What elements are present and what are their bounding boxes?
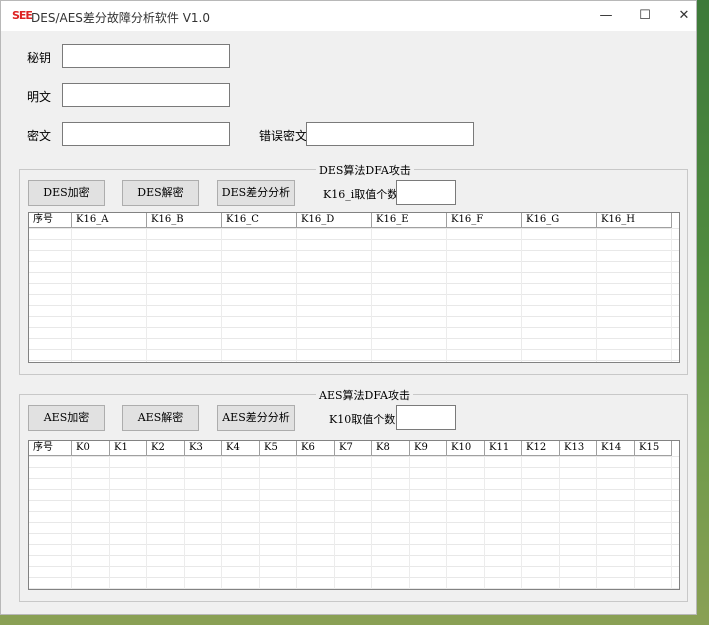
key-input[interactable] bbox=[62, 44, 230, 68]
plaintext-label: 明文 bbox=[27, 90, 52, 104]
aes-col-header[interactable]: 序号 bbox=[29, 441, 72, 455]
aes-results-table[interactable]: 序号 K0 K1 K2 K3 K4 K5 K6 K7 K8 K9 K10 K11… bbox=[28, 440, 680, 590]
aes-col-header[interactable]: K13 bbox=[560, 441, 597, 455]
aes-group: AES算法DFA攻击 AES加密 AES解密 AES差分分析 K10取值个数 序… bbox=[19, 387, 688, 602]
aes-col-header[interactable]: K2 bbox=[147, 441, 185, 455]
aes-encrypt-button[interactable]: AES加密 bbox=[28, 405, 105, 431]
aes-table-header: 序号 K0 K1 K2 K3 K4 K5 K6 K7 K8 K9 K10 K11… bbox=[29, 441, 672, 456]
des-col-header[interactable]: K16_B bbox=[147, 213, 222, 227]
close-button[interactable]: ✕ bbox=[664, 1, 704, 31]
des-count-input[interactable] bbox=[396, 180, 456, 205]
aes-group-title: AES算法DFA攻击 bbox=[316, 387, 413, 403]
aes-col-header[interactable]: K10 bbox=[447, 441, 485, 455]
aes-col-header[interactable]: K9 bbox=[410, 441, 447, 455]
des-col-header[interactable]: K16_C bbox=[222, 213, 297, 227]
aes-col-header[interactable]: K4 bbox=[222, 441, 260, 455]
key-label: 秘钥 bbox=[27, 51, 52, 65]
ciphertext-label: 密文 bbox=[27, 129, 52, 143]
des-results-table[interactable]: 序号 K16_A K16_B K16_C K16_D K16_E K16_F K… bbox=[28, 212, 680, 363]
des-col-header[interactable]: K16_E bbox=[372, 213, 447, 227]
maximize-button[interactable]: ☐ bbox=[625, 1, 665, 31]
faulty-ciphertext-label: 错误密文 bbox=[259, 129, 308, 143]
ciphertext-input[interactable] bbox=[62, 122, 230, 146]
aes-col-header[interactable]: K14 bbox=[597, 441, 635, 455]
aes-analyze-button[interactable]: AES差分分析 bbox=[217, 405, 295, 431]
faulty-ciphertext-input[interactable] bbox=[306, 122, 474, 146]
app-logo-icon: SEE bbox=[12, 9, 33, 22]
aes-col-header[interactable]: K1 bbox=[110, 441, 147, 455]
des-decrypt-button[interactable]: DES解密 bbox=[122, 180, 199, 206]
aes-col-header[interactable]: K6 bbox=[297, 441, 335, 455]
main-window: SEE DES/AES差分故障分析软件 V1.0 — ☐ ✕ 秘钥 明文 密文 … bbox=[0, 0, 697, 615]
aes-col-header[interactable]: K11 bbox=[485, 441, 522, 455]
aes-col-header[interactable]: K8 bbox=[372, 441, 410, 455]
aes-col-header[interactable]: K0 bbox=[72, 441, 110, 455]
des-col-header[interactable]: K16_F bbox=[447, 213, 522, 227]
aes-col-header[interactable]: K3 bbox=[185, 441, 222, 455]
aes-col-header[interactable]: K12 bbox=[522, 441, 560, 455]
title-bar[interactable]: SEE DES/AES差分故障分析软件 V1.0 — ☐ ✕ bbox=[1, 1, 696, 31]
des-table-header: 序号 K16_A K16_B K16_C K16_D K16_E K16_F K… bbox=[29, 213, 672, 228]
des-col-header[interactable]: K16_A bbox=[72, 213, 147, 227]
plaintext-input[interactable] bbox=[62, 83, 230, 107]
aes-col-header[interactable]: K7 bbox=[335, 441, 372, 455]
aes-count-label: K10取值个数 bbox=[329, 413, 396, 426]
aes-col-header[interactable]: K5 bbox=[260, 441, 297, 455]
aes-col-header[interactable]: K15 bbox=[635, 441, 672, 455]
des-col-header[interactable]: K16_G bbox=[522, 213, 597, 227]
aes-decrypt-button[interactable]: AES解密 bbox=[122, 405, 199, 431]
window-title: DES/AES差分故障分析软件 V1.0 bbox=[31, 11, 210, 25]
aes-table-column-lines bbox=[29, 456, 672, 589]
des-col-header[interactable]: 序号 bbox=[29, 213, 72, 227]
des-analyze-button[interactable]: DES差分分析 bbox=[217, 180, 295, 206]
minimize-button[interactable]: — bbox=[586, 1, 626, 31]
des-group: DES算法DFA攻击 DES加密 DES解密 DES差分分析 K16_i取值个数… bbox=[19, 162, 688, 375]
des-count-label: K16_i取值个数 bbox=[323, 188, 399, 201]
des-col-header[interactable]: K16_D bbox=[297, 213, 372, 227]
des-group-title: DES算法DFA攻击 bbox=[316, 162, 414, 178]
des-col-header[interactable]: K16_H bbox=[597, 213, 672, 227]
aes-count-input[interactable] bbox=[396, 405, 456, 430]
des-encrypt-button[interactable]: DES加密 bbox=[28, 180, 105, 206]
des-table-column-lines bbox=[29, 228, 672, 362]
